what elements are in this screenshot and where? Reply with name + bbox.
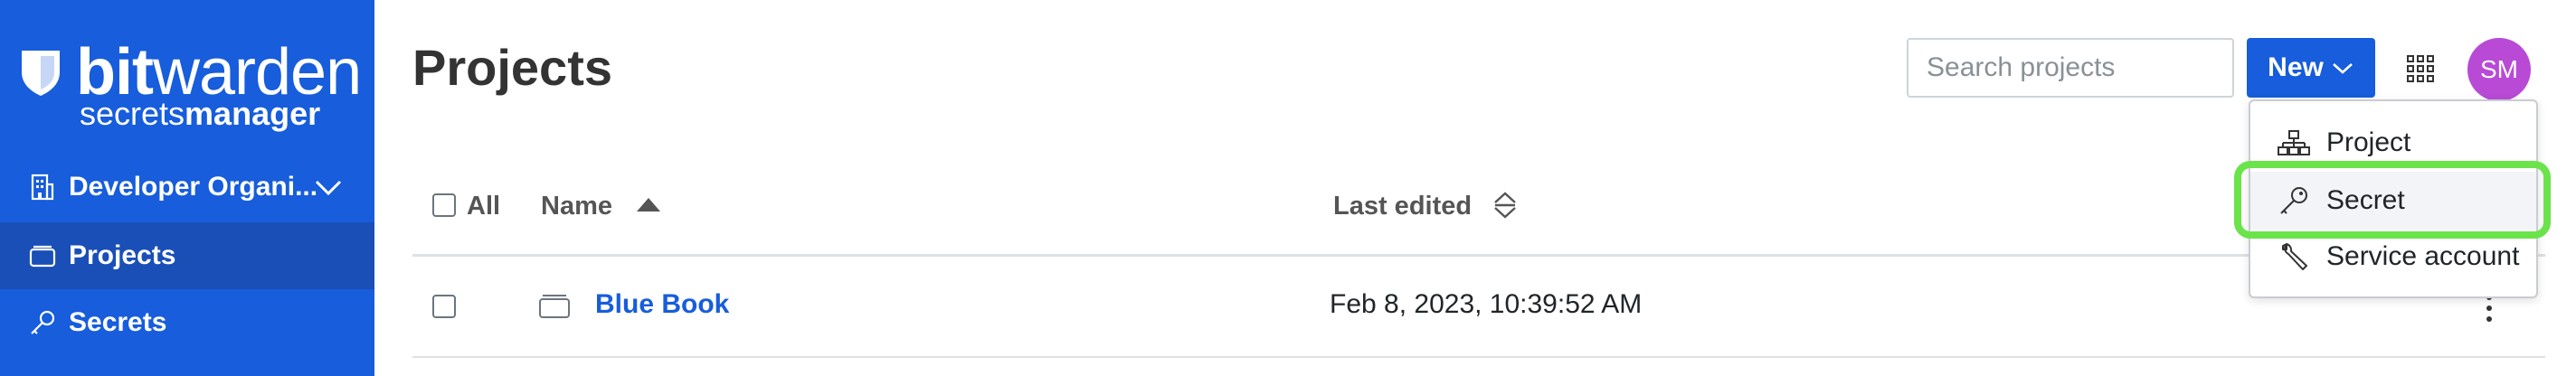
chevron-down-icon xyxy=(2332,63,2353,74)
project-tree-icon xyxy=(2278,130,2310,155)
last-edited-value: Feb 8, 2023, 10:39:52 AM xyxy=(1330,289,1643,319)
select-all-label: All xyxy=(467,192,501,221)
menu-item-label: Project xyxy=(2326,127,2411,157)
search-input[interactable] xyxy=(1907,38,2234,98)
project-link[interactable]: Blue Book xyxy=(595,289,729,320)
sort-ascending-icon[interactable] xyxy=(635,195,662,215)
last-edited-column-header[interactable]: Last edited xyxy=(1333,188,1472,224)
name-column-header[interactable]: Name xyxy=(541,188,612,224)
sidebar-item-label: Projects xyxy=(69,240,176,270)
key-icon xyxy=(31,310,55,334)
bitwarden-logo[interactable]: bitwarden secretsmanager xyxy=(20,36,364,136)
product-switcher-icon[interactable] xyxy=(2406,54,2435,83)
key-icon xyxy=(2280,187,2307,214)
new-button[interactable]: New xyxy=(2247,38,2375,98)
chevron-down-icon xyxy=(315,180,342,196)
row-checkbox[interactable] xyxy=(432,295,456,318)
folder-icon xyxy=(539,295,570,318)
table-row: Blue Book Feb 8, 2023, 10:39:52 AM xyxy=(412,257,2545,358)
wrench-icon xyxy=(2282,243,2307,270)
folder-icon xyxy=(29,245,56,268)
sort-unsorted-icon[interactable] xyxy=(1492,190,1518,221)
shield-icon xyxy=(22,51,60,96)
building-icon xyxy=(31,174,54,201)
menu-item-service-account[interactable]: Service account xyxy=(2250,228,2536,286)
brand-subtitle: secretsmanager xyxy=(80,95,321,132)
sidebar: bitwarden secretsmanager Developer Organ… xyxy=(0,0,374,376)
org-switcher[interactable]: Developer Organi... xyxy=(0,155,374,219)
sidebar-item-secrets[interactable]: Secrets xyxy=(0,289,374,356)
menu-item-label: Secret xyxy=(2326,185,2405,215)
table-header: All Name Last edited xyxy=(412,177,2545,257)
menu-item-label: Service account xyxy=(2326,241,2520,271)
avatar[interactable]: SM xyxy=(2467,38,2531,101)
sidebar-item-label: Secrets xyxy=(69,307,167,337)
page-title: Projects xyxy=(412,39,612,96)
org-name: Developer Organi... xyxy=(69,172,318,202)
select-all-checkbox[interactable] xyxy=(432,193,456,217)
sidebar-item-projects[interactable]: Projects xyxy=(0,222,374,289)
menu-item-secret[interactable]: Secret xyxy=(2250,172,2536,230)
new-button-label: New xyxy=(2268,52,2324,82)
menu-item-project[interactable]: Project xyxy=(2250,114,2536,172)
